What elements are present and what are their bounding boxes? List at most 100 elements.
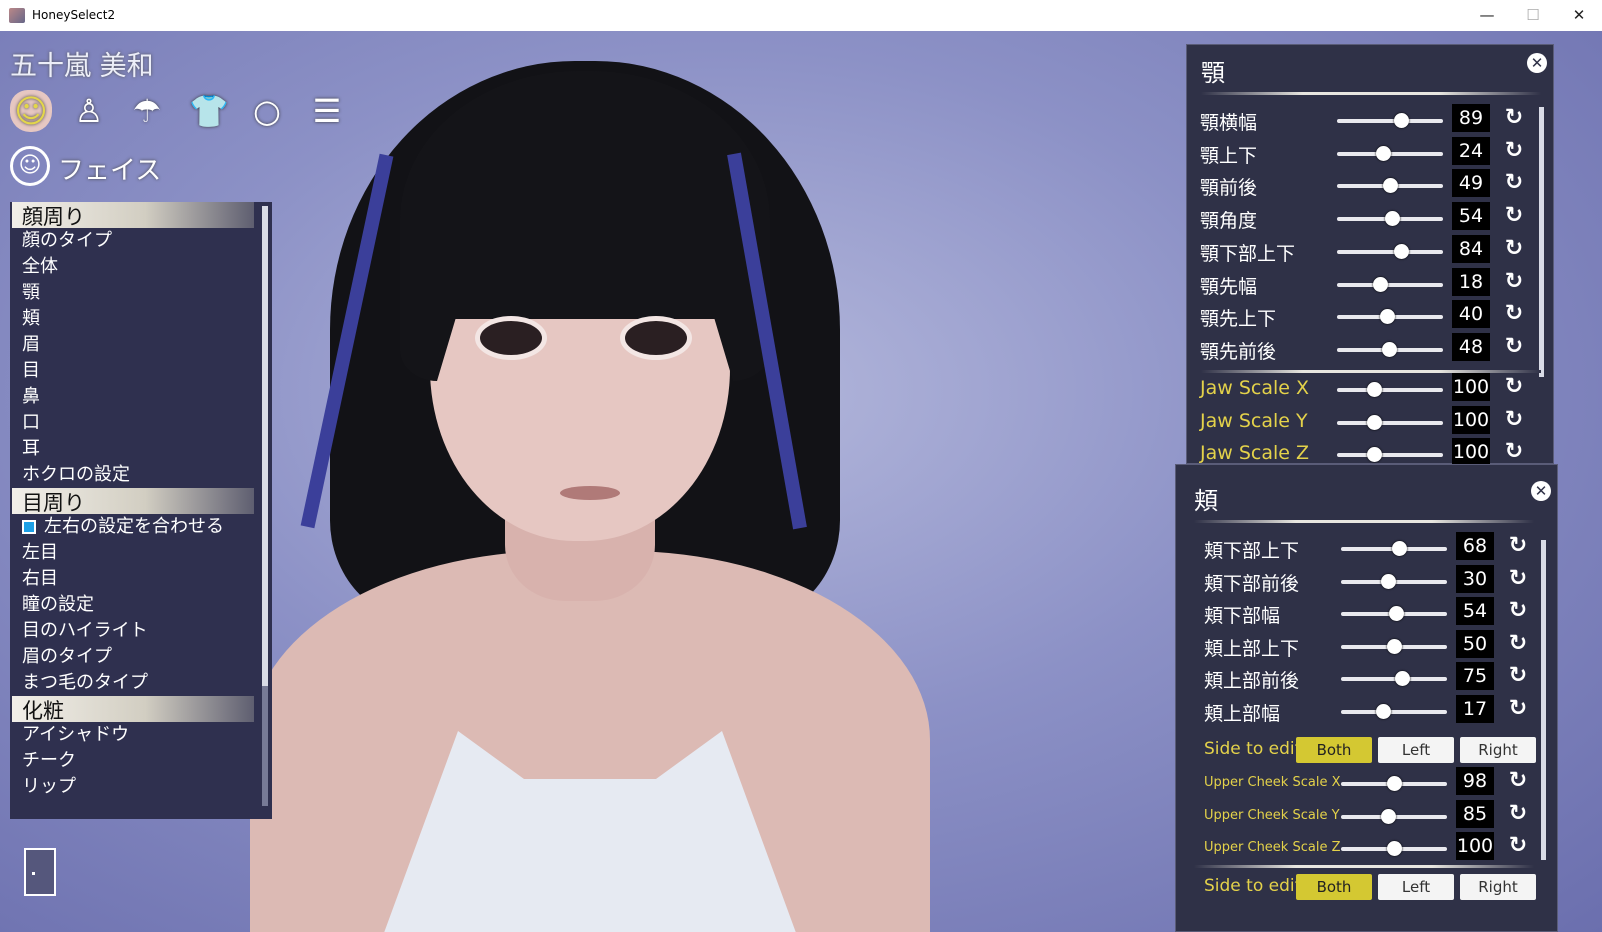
side-right-button[interactable]: Right <box>1460 737 1536 763</box>
slider-knob[interactable] <box>1389 606 1405 621</box>
value-field[interactable]: 24 <box>1452 136 1490 165</box>
menu-item[interactable]: チーク <box>10 748 272 774</box>
system-icon[interactable]: ☰ <box>306 90 348 132</box>
slider-track[interactable] <box>1341 841 1447 856</box>
slider-track[interactable] <box>1337 145 1443 161</box>
value-field[interactable]: 48 <box>1452 332 1490 361</box>
reset-icon[interactable]: ↻ <box>1501 106 1527 130</box>
slider-knob[interactable] <box>1375 145 1391 161</box>
slider-knob[interactable] <box>1380 573 1396 589</box>
slider-track[interactable] <box>1341 638 1447 654</box>
value-field[interactable]: 49 <box>1452 169 1490 198</box>
sync-left-right-checkbox[interactable]: 左右の設定を合わせる <box>10 514 272 540</box>
side-right-button[interactable]: Right <box>1460 874 1536 900</box>
reset-icon[interactable]: ↻ <box>1501 236 1527 261</box>
slider-knob[interactable] <box>1395 671 1411 686</box>
slider-track[interactable] <box>1337 414 1443 430</box>
menu-item[interactable]: 右目 <box>10 566 272 592</box>
menu-item[interactable]: 全体 <box>10 254 272 280</box>
slider-track[interactable] <box>1337 309 1443 325</box>
slider-track[interactable] <box>1337 276 1443 292</box>
exit-door-icon[interactable] <box>24 848 56 896</box>
value-field[interactable]: 68 <box>1456 532 1494 560</box>
maximize-button[interactable]: ☐ <box>1510 0 1556 31</box>
value-field[interactable]: 89 <box>1452 104 1490 132</box>
menu-item[interactable]: 眉のタイプ <box>10 644 272 670</box>
slider-knob[interactable] <box>1385 211 1401 227</box>
slider-track[interactable] <box>1337 341 1443 357</box>
menu-item[interactable]: 目 <box>10 358 272 384</box>
value-field[interactable]: 84 <box>1452 234 1490 263</box>
jaw-panel-close-icon[interactable]: ✕ <box>1527 53 1547 73</box>
reset-icon[interactable]: ↻ <box>1505 769 1531 793</box>
slider-track[interactable] <box>1337 113 1443 128</box>
reset-icon[interactable]: ↻ <box>1501 138 1527 163</box>
slider-knob[interactable] <box>1381 341 1397 357</box>
slider-knob[interactable] <box>1376 703 1392 719</box>
checkbox-icon[interactable] <box>22 520 36 534</box>
slider-knob[interactable] <box>1367 414 1383 430</box>
value-field[interactable]: 75 <box>1456 662 1494 690</box>
value-field[interactable]: 54 <box>1452 202 1490 231</box>
slider-knob[interactable] <box>1383 178 1398 194</box>
side-both-button[interactable]: Both <box>1296 874 1372 900</box>
reset-icon[interactable]: ↻ <box>1505 599 1531 623</box>
slider-track[interactable] <box>1337 211 1443 227</box>
reset-icon[interactable]: ↻ <box>1501 440 1527 464</box>
reset-icon[interactable]: ↻ <box>1501 334 1527 359</box>
slider-knob[interactable] <box>1367 382 1383 397</box>
side-both-button[interactable]: Both <box>1296 737 1372 763</box>
slider-knob[interactable] <box>1393 243 1409 259</box>
menu-item[interactable]: 眉 <box>10 332 272 358</box>
value-field[interactable]: 18 <box>1452 267 1490 296</box>
side-left-button[interactable]: Left <box>1378 874 1454 900</box>
slider-track[interactable] <box>1341 573 1447 589</box>
menu-item[interactable]: 口 <box>10 410 272 436</box>
menu-scrollbar-thumb[interactable] <box>262 206 268 686</box>
reset-icon[interactable]: ↻ <box>1505 631 1531 656</box>
slider-track[interactable] <box>1337 447 1443 463</box>
value-field[interactable]: 17 <box>1456 694 1494 723</box>
reset-icon[interactable]: ↻ <box>1501 407 1527 432</box>
reset-icon[interactable]: ↻ <box>1505 566 1531 591</box>
body-icon[interactable]: ♙ <box>68 90 110 132</box>
slider-track[interactable] <box>1337 178 1443 194</box>
slider-track[interactable] <box>1341 776 1447 791</box>
slider-track[interactable] <box>1341 703 1447 719</box>
value-field[interactable]: 40 <box>1452 300 1490 329</box>
reset-icon[interactable]: ↻ <box>1505 664 1531 688</box>
reset-icon[interactable]: ↻ <box>1505 834 1531 858</box>
reset-icon[interactable]: ↻ <box>1505 801 1531 826</box>
menu-item[interactable]: 左目 <box>10 540 272 566</box>
slider-knob[interactable] <box>1379 309 1395 325</box>
value-field[interactable]: 50 <box>1456 629 1494 658</box>
reset-icon[interactable]: ↻ <box>1505 696 1531 721</box>
menu-item[interactable]: アイシャドウ <box>10 722 272 748</box>
cheek-panel-close-icon[interactable]: ✕ <box>1531 481 1551 501</box>
value-field[interactable]: 100 <box>1456 832 1494 860</box>
menu-item[interactable]: ホクロの設定 <box>10 462 272 488</box>
reset-icon[interactable]: ↻ <box>1501 269 1527 294</box>
value-field[interactable]: 100 <box>1452 405 1490 434</box>
clothes-icon[interactable]: 👕 <box>188 90 230 132</box>
slider-knob[interactable] <box>1393 113 1409 128</box>
slider-track[interactable] <box>1341 808 1447 824</box>
menu-item[interactable]: 目のハイライト <box>10 618 272 644</box>
slider-track[interactable] <box>1341 541 1447 556</box>
value-field[interactable]: 100 <box>1452 438 1490 467</box>
value-field[interactable]: 98 <box>1456 767 1494 795</box>
value-field[interactable]: 30 <box>1456 564 1494 593</box>
hair-icon[interactable]: ☂ <box>126 90 168 132</box>
slider-knob[interactable] <box>1387 638 1402 654</box>
menu-item[interactable]: まつ毛のタイプ <box>10 670 272 696</box>
slider-track[interactable] <box>1341 671 1447 686</box>
slider-knob[interactable] <box>1367 447 1383 463</box>
slider-knob[interactable] <box>1380 808 1396 824</box>
minimize-button[interactable]: — <box>1464 0 1510 31</box>
menu-item[interactable]: 耳 <box>10 436 272 462</box>
menu-item[interactable]: 頬 <box>10 306 272 332</box>
value-field[interactable]: 85 <box>1456 799 1494 828</box>
close-window-button[interactable]: ✕ <box>1556 0 1602 31</box>
reset-icon[interactable]: ↻ <box>1501 375 1527 399</box>
menu-item[interactable]: 瞳の設定 <box>10 592 272 618</box>
